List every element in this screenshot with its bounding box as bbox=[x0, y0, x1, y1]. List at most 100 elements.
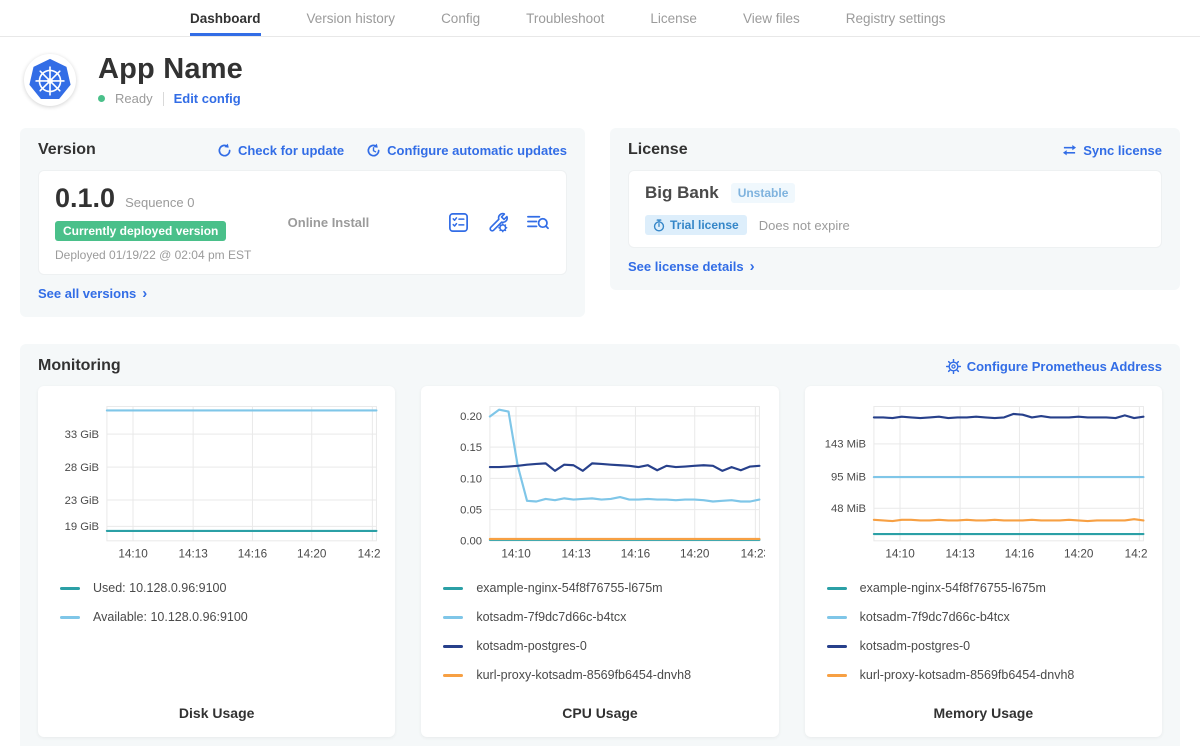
svg-text:0.20: 0.20 bbox=[460, 411, 482, 423]
disk-usage-legend: Used: 10.128.0.96:9100 Available: 10.128.… bbox=[52, 581, 381, 639]
svg-text:14:16: 14:16 bbox=[1004, 547, 1034, 560]
chevron-right-icon: › bbox=[750, 259, 755, 274]
status-badge: Ready bbox=[115, 91, 153, 106]
memory-usage-chart: 48 MiB 95 MiB 143 MiB 14:10 14:13 14:16 14:20 1… bbox=[819, 396, 1148, 573]
configure-prometheus-button[interactable]: Configure Prometheus Address bbox=[946, 359, 1162, 374]
deployed-badge: Currently deployed version bbox=[55, 221, 226, 241]
stopwatch-icon bbox=[653, 219, 665, 232]
see-all-versions-link[interactable]: See all versions › bbox=[38, 286, 147, 301]
install-type-label: Online Install bbox=[288, 215, 447, 230]
deployed-timestamp: Deployed 01/19/22 @ 02:04 pm EST bbox=[55, 248, 288, 262]
disk-usage-chart-card: 19 GiB23 GiB28 GiB33 GiB14:1014:1314:161… bbox=[38, 386, 395, 737]
legend-item: kurl-proxy-kotsadm-8569fb6454-dnvh8 bbox=[443, 668, 764, 682]
cpu-usage-chart: 0.000.050.100.150.2014:1014:1314:1614:20… bbox=[435, 396, 764, 573]
configure-automatic-updates-button[interactable]: Configure automatic updates bbox=[366, 143, 567, 158]
memory-usage-legend: example-nginx-54f8f76755-l675m kotsadm-7f… bbox=[819, 581, 1148, 697]
legend-label: kurl-proxy-kotsadm-8569fb6454-dnvh8 bbox=[476, 668, 691, 682]
app-logo bbox=[24, 54, 76, 106]
page-title: App Name bbox=[98, 53, 243, 86]
svg-text:28 GiB: 28 GiB bbox=[65, 462, 99, 474]
version-section-title: Version bbox=[38, 141, 96, 159]
check-for-update-button[interactable]: Check for update bbox=[217, 143, 344, 158]
channel-badge: Unstable bbox=[731, 183, 796, 203]
divider bbox=[163, 92, 164, 106]
legend-item: kotsadm-7f9dc7d66c-b4tcx bbox=[443, 610, 764, 624]
svg-text:14:16: 14:16 bbox=[621, 547, 651, 560]
svg-text:33 GiB: 33 GiB bbox=[65, 429, 99, 441]
legend-label: kurl-proxy-kotsadm-8569fb6454-dnvh8 bbox=[860, 668, 1075, 682]
legend-label: kotsadm-7f9dc7d66c-b4tcx bbox=[860, 610, 1010, 624]
monitoring-section: Monitoring Configure Prometheus Address … bbox=[20, 344, 1180, 746]
chevron-right-icon: › bbox=[142, 286, 147, 301]
svg-text:19 GiB: 19 GiB bbox=[65, 521, 99, 533]
clock-refresh-icon bbox=[366, 143, 381, 158]
disk-usage-chart: 19 GiB23 GiB28 GiB33 GiB14:1014:1314:161… bbox=[52, 396, 381, 573]
tab-license[interactable]: License bbox=[650, 0, 697, 36]
version-number: 0.1.0 bbox=[55, 183, 115, 214]
svg-text:95 MiB: 95 MiB bbox=[831, 471, 866, 483]
legend-dash-icon bbox=[827, 587, 847, 590]
sequence-label: Sequence 0 bbox=[125, 195, 194, 210]
edit-config-link[interactable]: Edit config bbox=[174, 91, 241, 106]
legend-label: example-nginx-54f8f76755-l675m bbox=[860, 581, 1046, 595]
view-diff-icon[interactable] bbox=[525, 211, 550, 234]
customer-name: Big Bank bbox=[645, 183, 719, 203]
svg-text:14:23: 14:23 bbox=[741, 547, 765, 560]
sync-arrows-icon bbox=[1062, 143, 1077, 157]
svg-text:14:23: 14:23 bbox=[1124, 547, 1148, 560]
app-header: App Name Ready Edit config bbox=[0, 37, 1200, 120]
cpu-usage-legend: example-nginx-54f8f76755-l675mkotsadm-7f… bbox=[435, 581, 764, 697]
svg-text:14:20: 14:20 bbox=[1064, 547, 1094, 560]
cpu-usage-chart-card: 0.000.050.100.150.2014:1014:1314:1614:20… bbox=[421, 386, 778, 737]
legend-label: Available: 10.128.0.96:9100 bbox=[93, 610, 248, 624]
svg-text:14:10: 14:10 bbox=[502, 547, 532, 560]
legend-dash-icon bbox=[827, 616, 847, 619]
svg-text:14:20: 14:20 bbox=[680, 547, 710, 560]
deployed-version-card: 0.1.0 Sequence 0 Currently deployed vers… bbox=[38, 170, 567, 275]
svg-text:0.05: 0.05 bbox=[460, 505, 482, 517]
legend-item: Used: 10.128.0.96:9100 bbox=[60, 581, 381, 595]
svg-text:14:13: 14:13 bbox=[178, 547, 208, 560]
legend-label: kotsadm-7f9dc7d66c-b4tcx bbox=[476, 610, 626, 624]
legend-label: kotsadm-postgres-0 bbox=[476, 639, 586, 653]
svg-text:14:20: 14:20 bbox=[297, 547, 327, 560]
tab-version-history[interactable]: Version history bbox=[307, 0, 396, 36]
disk-usage-title: Disk Usage bbox=[52, 697, 381, 721]
sync-license-button[interactable]: Sync license bbox=[1062, 143, 1162, 158]
legend-dash-icon bbox=[443, 587, 463, 590]
memory-usage-chart-card: 48 MiB 95 MiB 143 MiB 14:10 14:13 14:16 14:20 1… bbox=[805, 386, 1162, 737]
legend-item: kotsadm-postgres-0 bbox=[827, 639, 1148, 653]
svg-text:48 MiB: 48 MiB bbox=[831, 503, 866, 515]
memory-usage-title: Memory Usage bbox=[819, 697, 1148, 721]
status-dot bbox=[98, 95, 105, 102]
legend-item: Available: 10.128.0.96:9100 bbox=[60, 610, 381, 624]
tab-view-files[interactable]: View files bbox=[743, 0, 800, 36]
license-card: Big Bank Unstable Trial license Does not… bbox=[628, 170, 1162, 248]
legend-label: Used: 10.128.0.96:9100 bbox=[93, 581, 226, 595]
svg-text:23 GiB: 23 GiB bbox=[65, 495, 99, 507]
svg-text:14:10: 14:10 bbox=[885, 547, 915, 560]
tab-troubleshoot[interactable]: Troubleshoot bbox=[526, 0, 604, 36]
svg-text:14:23: 14:23 bbox=[358, 547, 382, 560]
svg-text:14:13: 14:13 bbox=[945, 547, 975, 560]
config-wrench-icon[interactable] bbox=[486, 211, 509, 234]
svg-text:14:10: 14:10 bbox=[118, 547, 148, 560]
svg-text:143 MiB: 143 MiB bbox=[824, 439, 865, 451]
license-section-title: License bbox=[628, 141, 688, 159]
tab-dashboard[interactable]: Dashboard bbox=[190, 0, 261, 36]
cpu-usage-title: CPU Usage bbox=[435, 697, 764, 721]
kubernetes-icon bbox=[27, 57, 73, 103]
preflight-checks-icon[interactable] bbox=[447, 211, 470, 234]
tab-registry-settings[interactable]: Registry settings bbox=[846, 0, 946, 36]
legend-item: kurl-proxy-kotsadm-8569fb6454-dnvh8 bbox=[827, 668, 1148, 682]
legend-dash-icon bbox=[443, 645, 463, 648]
gear-icon bbox=[946, 359, 961, 374]
see-license-details-link[interactable]: See license details › bbox=[628, 259, 755, 274]
expiry-label: Does not expire bbox=[759, 218, 850, 233]
monitoring-section-title: Monitoring bbox=[38, 357, 121, 375]
legend-dash-icon bbox=[827, 674, 847, 677]
version-section: Version Check for update Configure au bbox=[20, 128, 585, 317]
license-section: License Sync license Big Bank Unstable bbox=[610, 128, 1180, 290]
tab-config[interactable]: Config bbox=[441, 0, 480, 36]
legend-dash-icon bbox=[443, 616, 463, 619]
